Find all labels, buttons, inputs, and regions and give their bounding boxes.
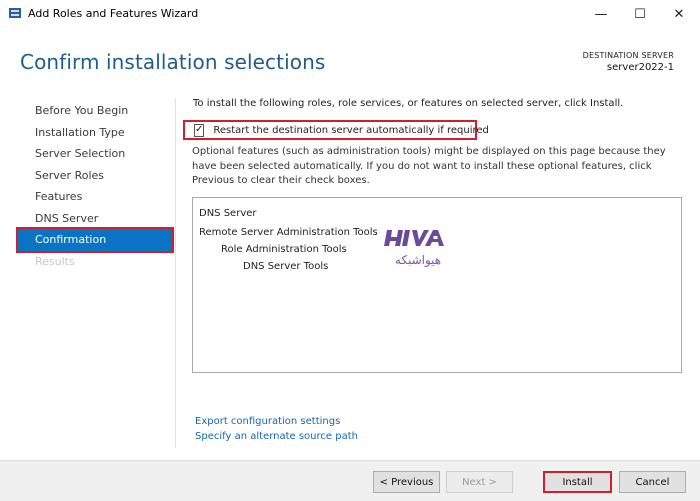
hiva-logo-persian-text: هیواشبکه	[395, 253, 441, 268]
sidebar-item-installation-type[interactable]: Installation Type	[18, 122, 172, 144]
next-button: Next >	[446, 471, 513, 493]
page-title: Confirm installation selections	[20, 50, 326, 74]
check-icon: ✓	[195, 124, 204, 135]
sidebar-item-features[interactable]: Features	[18, 186, 172, 208]
list-item: DNS Server Tools	[243, 261, 329, 272]
alternate-source-link[interactable]: Specify an alternate source path	[195, 431, 358, 442]
sidebar-divider	[175, 98, 176, 448]
export-configuration-link[interactable]: Export configuration settings	[195, 416, 340, 427]
maximize-icon: ☐	[634, 6, 646, 22]
close-button[interactable]: ✕	[660, 0, 698, 28]
maximize-button[interactable]: ☐	[621, 0, 659, 28]
previous-button[interactable]: < Previous	[373, 471, 440, 493]
intro-text: To install the following roles, role ser…	[193, 98, 624, 109]
restart-checkbox[interactable]: ✓	[194, 123, 205, 137]
close-icon: ✕	[673, 6, 685, 22]
restart-option[interactable]: ✓ Restart the destination server automat…	[183, 120, 489, 140]
window-title: Add Roles and Features Wizard	[28, 7, 199, 20]
sidebar-item-dns-server[interactable]: DNS Server	[18, 208, 172, 230]
wizard-steps-sidebar: Before You Begin Installation Type Serve…	[16, 100, 174, 272]
cancel-button[interactable]: Cancel	[619, 471, 686, 493]
restart-checkbox-label[interactable]: Restart the destination server automatic…	[213, 125, 488, 136]
list-item: Role Administration Tools	[221, 244, 347, 255]
list-item: DNS Server	[199, 208, 257, 219]
optional-features-note: Optional features (such as administratio…	[192, 146, 666, 186]
hiva-logo: هیواشبکه	[384, 230, 444, 268]
sidebar-item-server-selection[interactable]: Server Selection	[18, 143, 172, 165]
minimize-button[interactable]: —	[582, 0, 620, 28]
wizard-footer: < Previous Next > Install Cancel	[0, 460, 700, 501]
sidebar-item-server-roles[interactable]: Server Roles	[18, 165, 172, 187]
selections-list[interactable]: DNS Server Remote Server Administration …	[192, 197, 682, 373]
server-manager-icon	[9, 8, 21, 18]
title-bar: Add Roles and Features Wizard — ☐ ✕	[0, 0, 700, 28]
sidebar-item-confirmation[interactable]: Confirmation	[16, 227, 174, 253]
destination-server-value: server2022-1	[606, 62, 674, 73]
list-item: Remote Server Administration Tools	[199, 227, 378, 238]
install-button[interactable]: Install	[543, 471, 612, 493]
minimize-icon: —	[594, 6, 608, 22]
sidebar-item-before-you-begin[interactable]: Before You Begin	[18, 100, 172, 122]
sidebar-item-results: Results	[35, 254, 75, 268]
destination-server-label: DESTINATION SERVER	[582, 51, 674, 60]
